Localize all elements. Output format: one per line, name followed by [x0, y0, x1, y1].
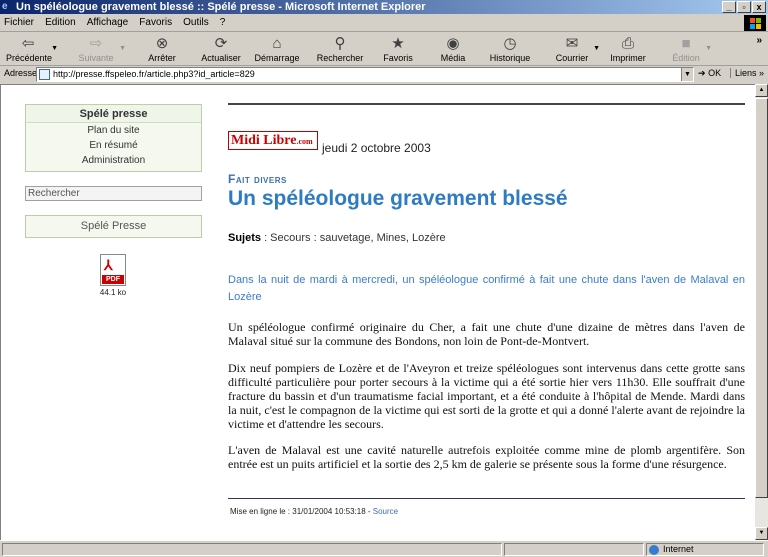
internet-explorer-icon: e: [2, 1, 8, 12]
sidebar-box-spele-presse: Spélé Presse: [25, 215, 202, 238]
media-icon: ◉: [446, 35, 460, 52]
dropdown-arrow-icon[interactable]: ▼: [593, 45, 600, 52]
pdf-tag: PDF: [102, 275, 124, 284]
globe-icon: [649, 545, 659, 555]
status-text-pane: [2, 543, 502, 556]
article-footer: Mise en ligne le : 31/01/2004 10:53:18 -…: [230, 507, 399, 516]
article-section[interactable]: Fait divers: [228, 172, 287, 186]
site-title[interactable]: Spélé presse: [26, 105, 201, 123]
top-divider: [228, 103, 745, 105]
spele-presse-link[interactable]: Spélé Presse: [26, 216, 201, 237]
pdf-size: 44.1 ko: [99, 288, 127, 297]
window-controls: _ ▫ x: [721, 1, 766, 13]
search-icon: ⚲: [334, 35, 346, 52]
menu-help[interactable]: ?: [216, 14, 230, 32]
favorites-folder-icon: ★: [391, 35, 405, 52]
close-button[interactable]: x: [752, 1, 766, 13]
edit-button[interactable]: ■ Édition ▼: [668, 35, 712, 63]
article-lead: Dans la nuit de mardi à mercredi, un spé…: [228, 274, 745, 303]
address-bar: Adresse http://presse.ffspeleo.fr/articl…: [0, 66, 768, 83]
address-dropdown-icon[interactable]: ▼: [681, 68, 693, 81]
dropdown-arrow-icon[interactable]: ▼: [119, 45, 126, 52]
sidebar-item-administration[interactable]: Administration: [26, 153, 201, 168]
scroll-up-icon[interactable]: ▲: [755, 84, 768, 97]
dropdown-arrow-icon[interactable]: ▼: [705, 45, 712, 52]
status-bar: Internet: [0, 540, 768, 557]
refresh-button[interactable]: ⟳ Actualiser: [199, 35, 243, 63]
history-icon: ◷: [503, 35, 517, 52]
refresh-icon: ⟳: [214, 35, 228, 52]
go-arrow-icon: ➔: [698, 68, 706, 78]
window-title: Un spéléologue gravement blessé :: Spélé…: [16, 1, 426, 13]
address-label: Adresse: [4, 68, 38, 78]
back-button[interactable]: ⇦ Précédente ▼: [6, 35, 58, 63]
search-input[interactable]: Rechercher: [25, 186, 202, 201]
stop-button[interactable]: ⊗ Arrêter: [142, 35, 182, 63]
address-input[interactable]: http://presse.ffspeleo.fr/article.php3?i…: [36, 67, 694, 82]
sidebar-item-plan[interactable]: Plan du site: [26, 123, 201, 138]
pdf-file-icon: ⅄ PDF: [100, 254, 126, 286]
page-icon: [39, 69, 50, 80]
article-paragraph: Un spéléologue confirmé originaire du Ch…: [228, 320, 745, 348]
print-button[interactable]: ⎙ Imprimer: [608, 35, 648, 63]
status-progress-pane: [504, 543, 644, 556]
home-button[interactable]: ⌂ Démarrage: [254, 35, 300, 63]
menu-edition[interactable]: Edition: [41, 14, 80, 32]
forward-button[interactable]: ⇨ Suivante ▼: [74, 35, 126, 63]
home-icon: ⌂: [272, 35, 282, 52]
pdf-download[interactable]: ⅄ PDF 44.1 ko: [94, 254, 132, 297]
toolbar-more-button[interactable]: »: [756, 35, 762, 46]
windows-logo-icon: [744, 15, 766, 31]
minimize-button[interactable]: _: [722, 1, 736, 13]
vertical-scrollbar[interactable]: ▲ ▼: [755, 84, 768, 540]
maximize-button[interactable]: ▫: [737, 1, 751, 13]
article-paragraph: Dix neuf pompiers de Lozère et de l'Avey…: [228, 361, 745, 431]
page-viewport: Spélé presse Plan du site En résumé Admi…: [0, 84, 755, 540]
article-paragraph: L'aven de Malaval est une cavité naturel…: [228, 443, 745, 471]
back-arrow-icon: ⇦: [21, 35, 35, 52]
favorites-button[interactable]: ★ Favoris: [380, 35, 416, 63]
sidebar-item-resume[interactable]: En résumé: [26, 138, 201, 153]
dropdown-arrow-icon[interactable]: ▼: [51, 45, 58, 52]
search-button[interactable]: ⚲ Rechercher: [314, 35, 366, 63]
bottom-divider: [228, 498, 745, 499]
article-subjects: Sujets : Secours : sauvetage, Mines, Loz…: [228, 232, 446, 244]
menu-bar: Fichier Edition Affichage Favoris Outils…: [0, 14, 768, 32]
midi-libre-logo[interactable]: Midi Libre.com: [228, 131, 318, 150]
edit-icon: ■: [681, 35, 691, 52]
window-titlebar: e Un spéléologue gravement blessé :: Spé…: [0, 0, 768, 14]
forward-arrow-icon: ⇨: [89, 35, 103, 52]
printer-icon: ⎙: [621, 35, 634, 52]
scroll-down-icon[interactable]: ▼: [755, 527, 768, 540]
menu-favoris[interactable]: Favoris: [135, 14, 176, 32]
menu-outils[interactable]: Outils: [179, 14, 213, 32]
mail-button[interactable]: ✉ Courrier ▼: [552, 35, 600, 63]
media-button[interactable]: ◉ Média: [436, 35, 470, 63]
article-title: Un spéléologue gravement blessé: [228, 187, 568, 210]
browser-toolbar: ⇦ Précédente ▼ ⇨ Suivante ▼ ⊗ Arrêter ⟳ …: [0, 33, 768, 66]
security-zone: Internet: [646, 543, 764, 556]
links-button[interactable]: Liens »: [730, 68, 764, 78]
article-date: jeudi 2 octobre 2003: [322, 141, 431, 155]
address-url: http://presse.ffspeleo.fr/article.php3?i…: [53, 69, 255, 79]
menu-fichier[interactable]: Fichier: [0, 14, 38, 32]
stop-icon: ⊗: [155, 35, 169, 52]
history-button[interactable]: ◷ Historique: [488, 35, 532, 63]
mail-icon: ✉: [565, 35, 579, 52]
sidebar-nav-box: Spélé presse Plan du site En résumé Admi…: [25, 104, 202, 172]
scroll-thumb[interactable]: [755, 98, 768, 498]
go-button[interactable]: ➔ OK: [698, 68, 721, 79]
menu-affichage[interactable]: Affichage: [83, 14, 133, 32]
source-link[interactable]: Source: [373, 507, 398, 516]
